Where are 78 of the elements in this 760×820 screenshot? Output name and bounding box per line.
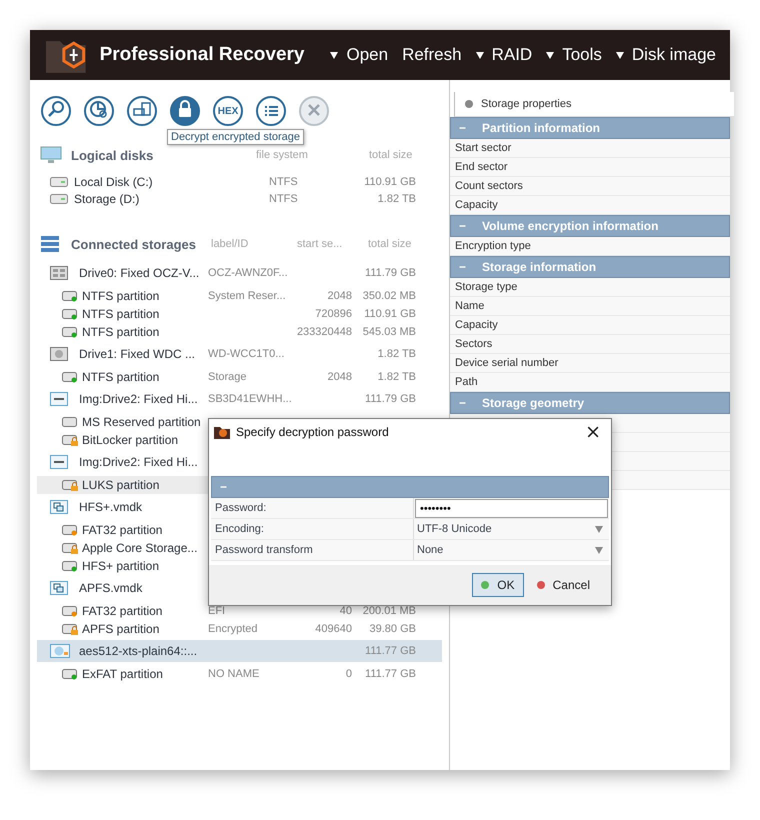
- storage-name: FAT32 partition: [82, 604, 162, 618]
- table-cell-text: Encrypted: [208, 623, 259, 635]
- property-label: Encryption type: [450, 237, 730, 256]
- property-label: Start sector: [450, 139, 730, 158]
- table-cell-text: NTFS: [269, 176, 299, 188]
- table-cell-text: Storage: [208, 371, 248, 383]
- table-cell-text: 409640: [314, 623, 352, 635]
- property-label: Count sectors: [450, 177, 730, 196]
- storage-name: APFS.vmdk: [79, 581, 142, 595]
- table-cell-text: 1.82 TB: [376, 192, 416, 204]
- section-title: Partition information: [482, 121, 600, 135]
- storage-name: aes512-xts-plain64::...: [79, 644, 198, 658]
- column-header: start se...: [297, 238, 344, 250]
- section-title: Storage information: [482, 260, 596, 274]
- disk-name: Storage (D:): [74, 192, 140, 206]
- disk-name: Local Disk (C:): [74, 174, 153, 188]
- storage-name: Img:Drive2: Fixed Hi...: [79, 455, 198, 469]
- table-cell-text: 233320448: [296, 326, 352, 338]
- section-title: Logical disks: [71, 148, 154, 162]
- column-header: label/ID: [211, 238, 250, 250]
- table-cell-text: 0: [344, 668, 352, 680]
- section-title: Connected storages: [71, 236, 197, 252]
- table-cell-text: 1.82 TB: [376, 371, 416, 383]
- table-cell-text: 111.79 GB: [364, 267, 416, 279]
- table-cell-text: OCZ-AWNZ0F...: [208, 267, 289, 279]
- property-label: Storage type: [450, 278, 730, 297]
- storage-name: Apple Core Storage...: [82, 541, 198, 555]
- dialog-title: Specify decryption password: [236, 425, 389, 439]
- column-header: file system: [256, 149, 309, 161]
- property-label: Capacity: [450, 316, 730, 335]
- table-cell-text: 200.01 MB: [362, 605, 416, 617]
- table-cell: SB3D41EWHH...: [208, 393, 292, 405]
- table-cell-text: 39.80 GB: [368, 623, 416, 635]
- table-cell-text: 350.02 MB: [362, 290, 416, 302]
- storage-name: NTFS partition: [82, 307, 160, 321]
- storage-name: BitLocker partition: [82, 433, 178, 447]
- table-cell-text: NO NAME: [208, 668, 260, 680]
- property-label: Capacity: [450, 196, 730, 215]
- table-cell-text: 40: [338, 605, 352, 617]
- section-title: Volume encryption information: [482, 219, 658, 233]
- storage-name: Img:Drive2: Fixed Hi...: [79, 392, 198, 406]
- storage-name: ExFAT partition: [82, 667, 163, 681]
- storage-name: MS Reserved partition: [82, 415, 201, 429]
- property-label: Sectors: [450, 335, 730, 354]
- section-title: Storage geometry: [482, 396, 584, 410]
- storage-name: FAT32 partition: [82, 523, 162, 537]
- column-header: total size: [369, 149, 412, 161]
- storage-name: NTFS partition: [82, 370, 160, 384]
- table-cell-text: System Reser...: [208, 290, 287, 302]
- storage-name: LUKS partition: [82, 478, 160, 492]
- table-cell-text: 110.91 GB: [363, 308, 416, 320]
- property-label: Device serial number: [450, 354, 730, 373]
- property-label: End sector: [450, 158, 730, 177]
- storage-name: APFS partition: [82, 622, 160, 636]
- table-cell-text: NTFS: [269, 192, 299, 204]
- storage-name: NTFS partition: [82, 325, 160, 339]
- property-label: Name: [450, 297, 730, 316]
- table-cell-text: 111.79 GB: [364, 393, 416, 405]
- table-cell-text: 111.77 GB: [364, 668, 416, 680]
- storage-name: HFS+ partition: [82, 559, 160, 573]
- table-cell-text: 2048: [326, 290, 352, 302]
- table-cell-text: 2048: [326, 371, 352, 383]
- table-cell-text: 110.91 GB: [363, 176, 416, 188]
- storage-name: Drive0: Fixed OCZ-V...: [79, 266, 200, 280]
- storage-name: NTFS partition: [82, 289, 160, 303]
- app-title: Professional Recovery: [100, 44, 304, 66]
- table-cell-text: EFI: [208, 605, 226, 617]
- field-label: Password:: [211, 498, 414, 518]
- property-label: Path: [450, 373, 730, 392]
- storage-name: HFS+.vmdk: [79, 500, 142, 514]
- table-cell-text: 545.03 MB: [362, 326, 416, 338]
- storage-name: Drive1: Fixed WDC ...: [79, 347, 196, 361]
- table-cell-text: WD-WCC1T0...: [208, 348, 286, 360]
- table-cell-text: 111.77 GB: [364, 645, 416, 657]
- table-cell-text: 720896: [314, 308, 352, 320]
- column-header: total size: [368, 238, 412, 250]
- tooltip: Decrypt encrypted storage: [167, 129, 304, 145]
- table-cell-text: 1.82 TB: [376, 348, 416, 360]
